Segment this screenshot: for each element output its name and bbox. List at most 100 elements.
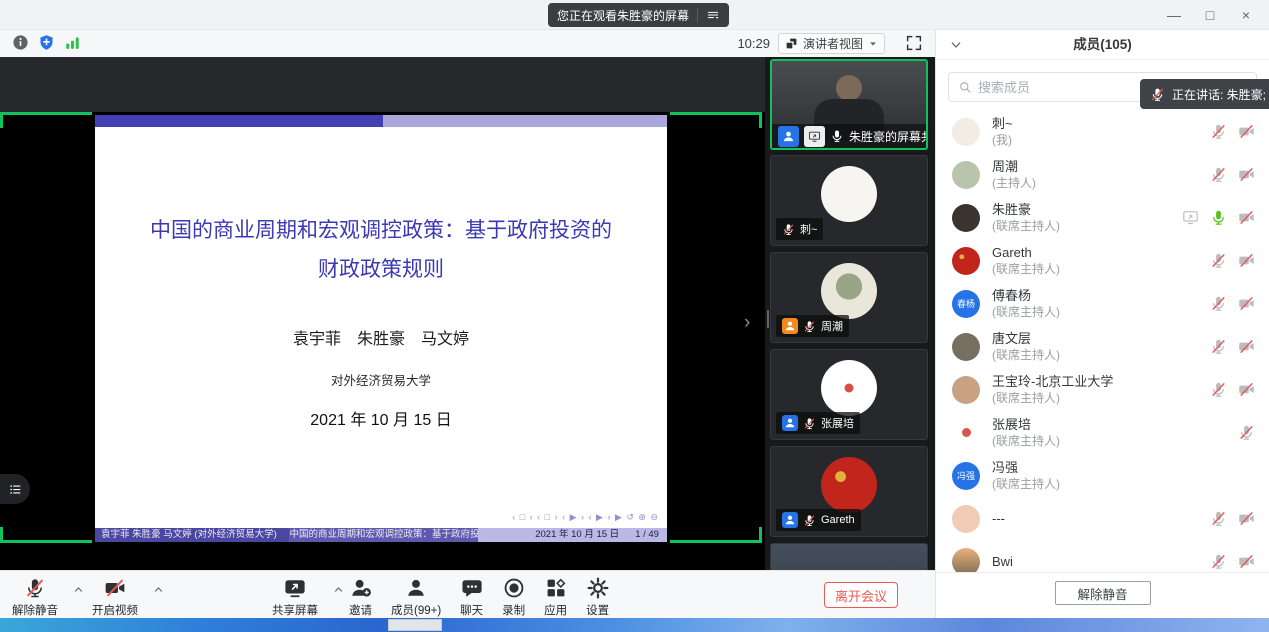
toolbar-center-group: 共享屏幕 邀请 成员(99+) 聊天 录制 应用	[272, 577, 609, 618]
fullscreen-button[interactable]	[905, 34, 923, 52]
member-row[interactable]: 冯强 冯强 (联席主持人)	[936, 454, 1269, 497]
footer-date: 2021 年 10 月 15 日	[535, 528, 619, 542]
member-name: ---	[992, 511, 1005, 527]
share-screen-button[interactable]: 共享屏幕	[272, 577, 330, 618]
member-row[interactable]: 刺~ (我)	[936, 110, 1269, 153]
members-panel-footer: 解除静音	[936, 572, 1269, 618]
footer-title: 中国的商业周期和宏观调控政策：基于政府投	[289, 528, 478, 542]
window-titlebar: 您正在观看朱胜豪的屏幕 — □ ×	[0, 0, 1269, 30]
mic-muted-icon	[1210, 553, 1227, 570]
mic-muted-icon	[1210, 338, 1227, 355]
video-options-chevron[interactable]	[153, 584, 164, 595]
share-options-chevron[interactable]	[333, 584, 344, 595]
avatar	[821, 263, 877, 319]
thumbnail-participant[interactable]: 周潮	[770, 252, 928, 343]
person-icon	[782, 130, 795, 143]
mic-on-icon	[830, 129, 844, 143]
invite-button[interactable]: 邀请	[349, 577, 372, 618]
mic-options-chevron[interactable]	[73, 584, 84, 595]
member-row[interactable]: Bwi	[936, 540, 1269, 572]
network-signal-icon[interactable]	[64, 34, 81, 51]
camera-off-icon	[1238, 252, 1255, 269]
mic-muted-icon	[1210, 123, 1227, 140]
thumbnail-label: 朱胜豪的屏幕共享	[772, 124, 928, 148]
thumbnail-participant-partial[interactable]	[770, 543, 928, 570]
member-row[interactable]: 张展培 (联席主持人)	[936, 411, 1269, 454]
apps-button[interactable]: 应用	[544, 577, 567, 618]
thumbnail-label: Gareth	[776, 509, 861, 531]
leave-meeting-button[interactable]: 离开会议	[824, 582, 898, 608]
chat-button[interactable]: 聊天	[460, 577, 483, 618]
member-role: (联席主持人)	[992, 391, 1113, 406]
mic-muted-icon	[1210, 295, 1227, 312]
person-icon	[784, 514, 796, 526]
thumbnail-participant[interactable]: Gareth	[770, 446, 928, 537]
maximize-button[interactable]: □	[1197, 2, 1223, 28]
search-icon	[958, 80, 972, 94]
thumbnail-participant[interactable]: 张展培	[770, 349, 928, 440]
members-button[interactable]: 成员(99+)	[391, 577, 441, 618]
record-icon	[503, 577, 525, 599]
avatar	[952, 161, 980, 189]
screen-share-badge	[804, 126, 825, 147]
slide-date: 2021 年 10 月 15 日	[95, 406, 667, 430]
member-name: 周潮	[992, 159, 1036, 175]
share-border	[0, 527, 92, 543]
cohost-badge	[782, 415, 798, 431]
camera-off-icon	[1238, 510, 1255, 527]
member-name: Gareth	[992, 245, 1060, 261]
camera-off-icon	[1238, 338, 1255, 355]
avatar	[821, 360, 877, 416]
view-mode-selector[interactable]: 演讲者视图	[778, 33, 885, 54]
slide-footer-bar: 袁宇菲 朱胜豪 马文婷 (对外经济贸易大学) 中国的商业周期和宏观调控政策：基于…	[95, 528, 667, 542]
member-row[interactable]: Gareth (联席主持人)	[936, 239, 1269, 282]
thumbnail-name: Gareth	[821, 514, 855, 526]
annotation-tools-pill[interactable]	[0, 474, 30, 504]
meeting-info-icon[interactable]	[12, 34, 29, 51]
share-border	[670, 527, 762, 543]
thumbnail-sharing-speaker[interactable]: 朱胜豪的屏幕共享	[770, 59, 928, 150]
avatar: 春杨	[952, 290, 980, 318]
caret-down-icon	[868, 39, 878, 49]
start-video-button[interactable]: 开启视频	[92, 577, 150, 618]
avatar	[952, 204, 980, 232]
panel-unmute-button[interactable]: 解除静音	[1055, 581, 1151, 605]
mic-active-icon	[1210, 209, 1227, 226]
window-controls: — □ ×	[1161, 0, 1259, 30]
settings-button[interactable]: 设置	[586, 577, 609, 618]
mic-muted-icon	[24, 577, 46, 599]
speaking-toast: 正在讲话: 朱胜豪;	[1140, 79, 1269, 109]
invite-person-icon	[350, 577, 372, 599]
member-row[interactable]: 唐文层 (联席主持人)	[936, 325, 1269, 368]
security-shield-icon[interactable]	[38, 34, 55, 51]
mic-muted-icon	[1238, 424, 1255, 441]
camera-off-icon	[1238, 381, 1255, 398]
thumbnail-name: 朱胜豪的屏幕共享	[849, 128, 928, 145]
apps-icon	[545, 577, 567, 599]
member-row[interactable]: 周潮 (主持人)	[936, 153, 1269, 196]
avatar	[821, 166, 877, 222]
members-panel-header: 成员(105)	[936, 30, 1269, 60]
member-row[interactable]: 春杨 傅春杨 (联席主持人)	[936, 282, 1269, 325]
share-border	[670, 112, 762, 128]
banner-menu-icon[interactable]	[706, 8, 720, 22]
beamer-nav-symbols: ‹ □ › ‹ □ › ‹ ▶ › ‹ ▶ › ▶ ↺ ⊕ ⊖	[512, 512, 659, 523]
record-button[interactable]: 录制	[502, 577, 525, 618]
view-mode-label: 演讲者视图	[803, 35, 863, 52]
unmute-button[interactable]: 解除静音	[12, 577, 70, 618]
member-row[interactable]: ---	[936, 497, 1269, 540]
member-row[interactable]: 朱胜豪 (联席主持人)	[936, 196, 1269, 239]
member-role: (我)	[992, 133, 1013, 148]
close-button[interactable]: ×	[1233, 2, 1259, 28]
expand-panel-arrow[interactable]: ›	[744, 313, 750, 332]
thumbnail-participant[interactable]: 刺~	[770, 155, 928, 246]
share-border	[0, 112, 92, 128]
member-row[interactable]: 王宝玲-北京工业大学 (联席主持人)	[936, 368, 1269, 411]
camera-off-icon	[1238, 295, 1255, 312]
member-name: 冯强	[992, 460, 1060, 476]
presentation-slide: 中国的商业周期和宏观调控政策：基于政府投资的 财政政策规则 袁宇菲 朱胜豪 马文…	[95, 115, 667, 542]
status-icons	[12, 34, 81, 51]
mic-muted-icon	[1150, 87, 1165, 102]
minimize-button[interactable]: —	[1161, 2, 1187, 28]
mic-muted-icon	[782, 223, 795, 236]
